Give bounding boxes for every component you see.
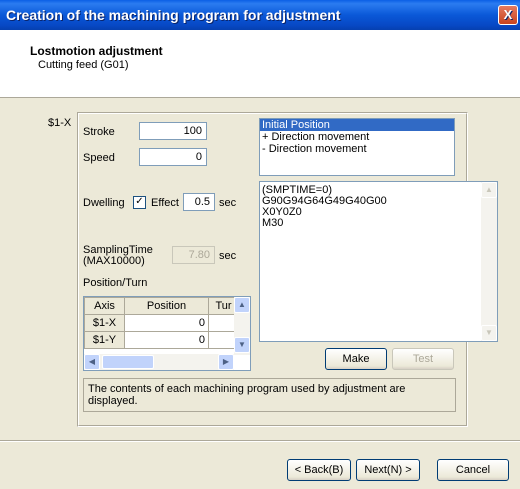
- test-button[interactable]: Test: [392, 348, 454, 370]
- movement-list[interactable]: Initial Position + Direction movement - …: [259, 118, 455, 176]
- scroll-thumb[interactable]: [102, 355, 154, 369]
- cancel-button[interactable]: Cancel: [437, 459, 509, 481]
- sampling-label: SamplingTime (MAX10000): [83, 244, 153, 267]
- dwelling-effect-checkbox[interactable]: ✓: [133, 196, 146, 209]
- back-button[interactable]: < Back(B): [287, 459, 351, 481]
- dwelling-effect-label: Effect: [151, 197, 179, 209]
- dwelling-unit: sec: [219, 197, 237, 209]
- col-header-axis: Axis: [84, 297, 125, 315]
- list-item[interactable]: Initial Position: [260, 119, 454, 131]
- position-turn-label: Position/Turn: [83, 277, 148, 289]
- next-button[interactable]: Next(N) >: [356, 459, 420, 481]
- code-line: X0Y0Z0: [262, 206, 302, 218]
- table-vscrollbar[interactable]: ▲ ▼: [234, 297, 250, 355]
- dwelling-input[interactable]: 0.5: [183, 193, 215, 211]
- scroll-left-icon[interactable]: ◀: [84, 354, 100, 370]
- footer-divider: [0, 440, 520, 442]
- speed-input[interactable]: 0: [139, 148, 207, 166]
- sampling-unit: sec: [219, 250, 237, 262]
- title-bar[interactable]: Creation of the machining program for ad…: [0, 0, 520, 30]
- table-header-row: Axis Position Tur: [84, 297, 239, 315]
- cell-axis: $1-Y: [84, 331, 125, 349]
- page-subtitle: Cutting feed (G01): [38, 59, 129, 71]
- scroll-down-icon[interactable]: ▼: [481, 325, 497, 341]
- scroll-right-icon[interactable]: ▶: [218, 354, 234, 370]
- window-title: Creation of the machining program for ad…: [6, 7, 341, 23]
- scroll-down-icon[interactable]: ▼: [234, 337, 250, 353]
- stroke-input[interactable]: 100: [139, 122, 207, 140]
- sampling-input: 7.80: [172, 246, 215, 264]
- scroll-up-icon[interactable]: ▲: [234, 297, 250, 313]
- cell-axis: $1-X: [84, 314, 125, 332]
- make-button[interactable]: Make: [325, 348, 387, 370]
- program-textarea[interactable]: (SMPTIME=0) G90G94G64G49G40G00 X0Y0Z0 M3…: [259, 181, 498, 342]
- list-item[interactable]: + Direction movement: [260, 131, 454, 143]
- message-box: The contents of each machining program u…: [83, 378, 456, 412]
- stroke-label: Stroke: [83, 126, 115, 138]
- dialog-window: Creation of the machining program for ad…: [0, 0, 520, 489]
- table-row[interactable]: $1-Y 0: [84, 331, 239, 349]
- table-hscrollbar[interactable]: ◀ ▶: [84, 354, 234, 370]
- page-title: Lostmotion adjustment: [30, 44, 163, 58]
- textarea-vscrollbar[interactable]: ▲ ▼: [481, 182, 497, 341]
- list-item[interactable]: - Direction movement: [260, 143, 454, 155]
- cell-position[interactable]: 0: [124, 331, 209, 349]
- table-row[interactable]: $1-X 0: [84, 314, 239, 332]
- cell-position[interactable]: 0: [124, 314, 209, 332]
- wizard-header: Lostmotion adjustment Cutting feed (G01): [0, 30, 520, 98]
- position-table[interactable]: Axis Position Tur $1-X 0 $1-Y 0 ▲ ▼ ◀ ▶: [83, 296, 251, 371]
- dwelling-label: Dwelling: [83, 197, 125, 209]
- close-icon[interactable]: X: [498, 5, 518, 25]
- speed-label: Speed: [83, 152, 115, 164]
- col-header-position: Position: [124, 297, 209, 315]
- axis-label: $1-X: [48, 117, 72, 129]
- scroll-up-icon[interactable]: ▲: [481, 182, 497, 198]
- code-line: M30: [262, 217, 284, 229]
